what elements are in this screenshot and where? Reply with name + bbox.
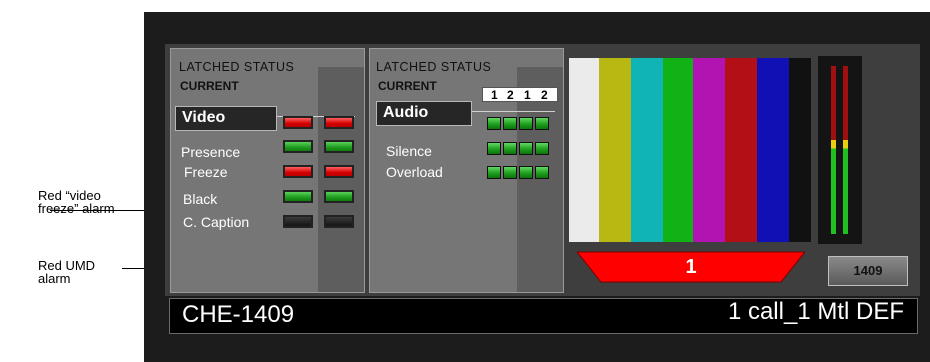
black-label: Black: [183, 191, 218, 207]
channel-number: 1: [524, 88, 531, 102]
color-bar: [663, 58, 693, 242]
latched-column: [318, 67, 364, 292]
silence-led: [519, 142, 533, 155]
freeze-label: Freeze: [184, 164, 228, 180]
presence-current-led: [283, 140, 313, 153]
audio-level-meter: [818, 56, 862, 244]
video-latched-status-header: LATCHED STATUS: [179, 60, 295, 74]
audio-current-led: [487, 117, 501, 130]
video-current-led: [283, 116, 313, 129]
color-bar: [599, 58, 631, 242]
color-bar: [725, 58, 757, 242]
color-bar: [569, 58, 599, 242]
video-preview: [569, 58, 811, 242]
color-bar: [693, 58, 725, 242]
overload-label: Overload: [386, 164, 443, 180]
caption-latched-led: [324, 215, 354, 228]
audio-latched-status-header: LATCHED STATUS: [376, 60, 492, 74]
channel-number: 2: [507, 88, 514, 102]
presence-label: Presence: [181, 144, 241, 160]
video-latched-led: [324, 116, 354, 129]
freeze-latched-led: [324, 165, 354, 178]
color-bar: [789, 58, 811, 242]
overload-led: [535, 166, 549, 179]
overload-led: [503, 166, 517, 179]
freeze-current-led: [283, 165, 313, 178]
overload-led: [519, 166, 533, 179]
audio-current-led: [535, 117, 549, 130]
video-current-label: CURRENT: [180, 79, 239, 93]
audio-current-led: [519, 117, 533, 130]
color-bar: [631, 58, 663, 242]
closed-caption-label: C. Caption: [183, 214, 250, 230]
channel-number: 2: [541, 88, 548, 102]
caption-current-led: [283, 215, 313, 228]
silence-led: [487, 142, 501, 155]
audio-current-label: CURRENT: [378, 79, 437, 93]
source-name-label: 1 call_1 Mtl DEF: [727, 298, 904, 325]
color-bar: [757, 58, 789, 242]
tab-video[interactable]: Video: [175, 106, 277, 131]
silence-label: Silence: [386, 143, 432, 159]
umd-alarm-callout: Red UMD alarm: [38, 258, 96, 286]
black-current-led: [283, 190, 313, 203]
tab-audio[interactable]: Audio: [376, 101, 472, 126]
black-latched-led: [324, 190, 354, 203]
overload-led: [487, 166, 501, 179]
audio-current-led: [503, 117, 517, 130]
meter-channel: [843, 66, 848, 234]
channel-number: 1: [491, 88, 498, 102]
silence-led: [535, 142, 549, 155]
freeze-alarm-callout: Red “video freeze” alarm: [38, 188, 115, 216]
source-button[interactable]: 1409: [828, 256, 908, 286]
umd-text: 1: [685, 256, 697, 278]
source-id-label: CHE-1409: [182, 301, 295, 328]
silence-led: [503, 142, 517, 155]
presence-latched-led: [324, 140, 354, 153]
meter-channel: [831, 66, 836, 234]
